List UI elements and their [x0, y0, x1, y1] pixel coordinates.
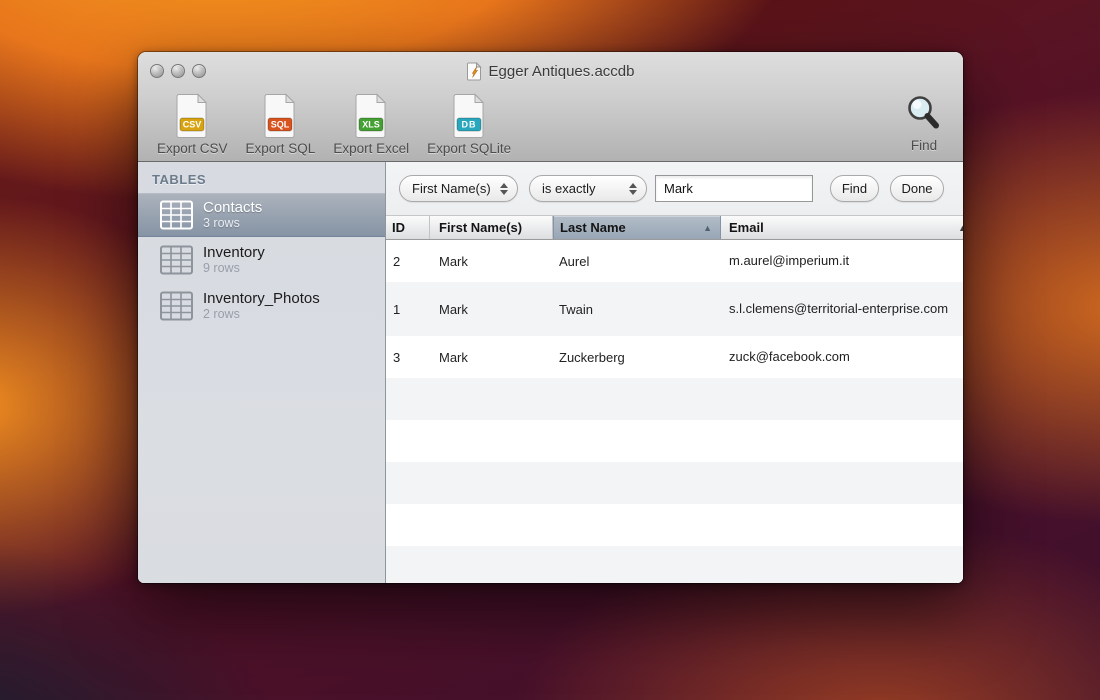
- filter-bar: First Name(s) is exactly Find Done: [386, 162, 963, 215]
- sort-ascending-icon: ▲: [703, 223, 712, 233]
- svg-text:CSV: CSV: [183, 120, 202, 130]
- sidebar-item-texts: Inventory_Photos 2 rows: [203, 290, 320, 322]
- sidebar-item-texts: Inventory 9 rows: [203, 244, 265, 276]
- table-name: Inventory: [203, 244, 265, 261]
- table-row-count: 2 rows: [203, 307, 320, 321]
- export-csv-button[interactable]: CSV Export CSV: [148, 93, 237, 156]
- sidebar-item-texts: Contacts 3 rows: [203, 199, 262, 231]
- table-row-count: 3 rows: [203, 216, 262, 230]
- svg-text:DB: DB: [462, 120, 477, 130]
- sidebar-item-inventory[interactable]: Inventory 9 rows: [138, 237, 385, 283]
- svg-text:XLS: XLS: [362, 120, 380, 130]
- cell-email: m.aurel@imperium.it: [721, 252, 963, 271]
- app-window: Egger Antiques.accdb CSV Export CSV: [138, 52, 963, 583]
- cell-last-name: Zuckerberg: [553, 350, 721, 365]
- tool-label: Export CSV: [157, 141, 228, 156]
- tool-label: Export Excel: [333, 141, 409, 156]
- filter-operator-label: is exactly: [542, 181, 595, 196]
- cell-id: 1: [386, 302, 430, 317]
- cell-email: zuck@facebook.com: [721, 348, 963, 367]
- table-grid-icon: [160, 291, 193, 321]
- column-header-id[interactable]: ID: [386, 216, 430, 239]
- filter-value-input[interactable]: [655, 175, 813, 202]
- table-name: Inventory_Photos: [203, 290, 320, 307]
- cell-last-name: Twain: [553, 302, 721, 317]
- svg-text:SQL: SQL: [271, 120, 290, 130]
- cell-id: 3: [386, 350, 430, 365]
- column-header-email[interactable]: Email: [721, 216, 963, 239]
- sidebar-item-contacts[interactable]: Contacts 3 rows: [138, 193, 385, 237]
- traffic-lights: [150, 64, 206, 78]
- window-titlebar[interactable]: Egger Antiques.accdb: [138, 52, 963, 90]
- table-header: ID First Name(s) Last Name ▲ Email ▲: [386, 215, 963, 240]
- desktop-wallpaper: Egger Antiques.accdb CSV Export CSV: [0, 0, 1100, 700]
- cell-last-name: Aurel: [553, 254, 721, 269]
- find-button-label: Find: [842, 181, 867, 196]
- column-header-last-name-sorted[interactable]: Last Name ▲: [553, 216, 721, 239]
- table-row[interactable]: 3 Mark Zuckerberg zuck@facebook.com: [386, 336, 963, 378]
- window-close-button[interactable]: [150, 64, 164, 78]
- table-row-count: 9 rows: [203, 261, 265, 275]
- export-sql-button[interactable]: SQL Export SQL: [237, 93, 325, 156]
- filter-field-dropdown[interactable]: First Name(s): [399, 175, 518, 202]
- cell-first-name: Mark: [430, 350, 553, 365]
- csv-file-icon: CSV: [174, 93, 210, 139]
- document-file-icon: [467, 62, 482, 81]
- table-name: Contacts: [203, 199, 262, 216]
- toolbar: CSV Export CSV SQL Export SQL: [138, 90, 963, 161]
- sidebar-header: TABLES: [138, 162, 385, 193]
- cell-id: 2: [386, 254, 430, 269]
- done-button-label: Done: [901, 181, 932, 196]
- stepper-icon: [629, 183, 637, 195]
- export-excel-button[interactable]: XLS Export Excel: [324, 93, 418, 156]
- cell-first-name: Mark: [430, 254, 553, 269]
- table-row[interactable]: 1 Mark Twain s.l.clemens@territorial-ent…: [386, 282, 963, 336]
- window-zoom-button[interactable]: [192, 64, 206, 78]
- sql-file-icon: SQL: [262, 93, 298, 139]
- cell-email: s.l.clemens@territorial-enterprise.com: [721, 300, 963, 319]
- db-file-icon: DB: [451, 93, 487, 139]
- window-chrome: Egger Antiques.accdb CSV Export CSV: [138, 52, 963, 162]
- export-sqlite-button[interactable]: DB Export SQLite: [418, 93, 520, 156]
- table-body: 2 Mark Aurel m.aurel@imperium.it 1 Mark …: [386, 240, 963, 583]
- tool-label: Export SQL: [246, 141, 316, 156]
- tables-sidebar: TABLES Contacts 3 rows: [138, 162, 386, 583]
- tool-label: Export SQLite: [427, 141, 511, 156]
- cell-first-name: Mark: [430, 302, 553, 317]
- main-pane: First Name(s) is exactly Find Done: [386, 162, 963, 583]
- clipped-sort-icon: ▲: [958, 223, 963, 233]
- window-minimize-button[interactable]: [171, 64, 185, 78]
- find-button[interactable]: Find: [830, 175, 879, 202]
- sidebar-item-inventory-photos[interactable]: Inventory_Photos 2 rows: [138, 283, 385, 329]
- filter-field-label: First Name(s): [412, 181, 491, 196]
- find-toolbar-button[interactable]: Find: [894, 93, 945, 153]
- filter-operator-dropdown[interactable]: is exactly: [529, 175, 647, 202]
- table-row[interactable]: 2 Mark Aurel m.aurel@imperium.it: [386, 240, 963, 282]
- stepper-icon: [500, 183, 508, 195]
- window-content: TABLES Contacts 3 rows: [138, 162, 963, 583]
- magnifier-icon: [903, 93, 945, 137]
- title-area: Egger Antiques.accdb: [138, 52, 963, 90]
- table-grid-icon: [160, 200, 193, 230]
- xls-file-icon: XLS: [353, 93, 389, 139]
- window-title: Egger Antiques.accdb: [489, 63, 635, 80]
- column-header-first-name[interactable]: First Name(s): [430, 216, 553, 239]
- tool-label: Find: [911, 138, 937, 153]
- table-grid-icon: [160, 245, 193, 275]
- done-button[interactable]: Done: [890, 175, 944, 202]
